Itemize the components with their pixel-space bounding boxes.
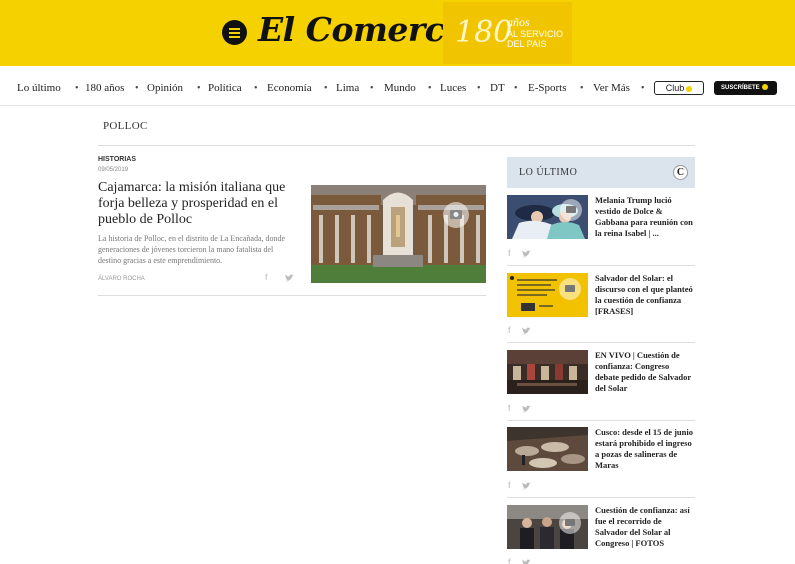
sidebar-item-image[interactable] <box>507 505 588 549</box>
site-header: El Comercio 180 años AL SERVICIO DEL PAI… <box>0 0 795 66</box>
sidebar-item-title[interactable]: Melania Trump lució vestido de Dolce & G… <box>595 195 695 239</box>
facebook-icon[interactable]: f <box>508 557 511 564</box>
anniversary-anos: años <box>507 15 530 29</box>
sidebar-photo <box>507 273 588 317</box>
nav-item-lo-ultimo[interactable]: Lo último <box>17 82 61 94</box>
nav-separator: • <box>75 83 79 94</box>
nav-separator: • <box>641 83 645 94</box>
nav-item-mundo[interactable]: Mundo <box>384 82 416 94</box>
anniversary-number: 180 <box>455 15 513 50</box>
sidebar-item-title[interactable]: EN VIVO | Cuestión de confianza: Congres… <box>595 350 695 394</box>
divider <box>507 420 695 421</box>
facebook-icon[interactable]: f <box>265 272 268 282</box>
facebook-icon[interactable]: f <box>508 248 511 258</box>
sidebar-item-title[interactable]: Cuestión de confianza: así fue el recorr… <box>595 505 695 549</box>
twitter-icon[interactable] <box>522 559 531 564</box>
article-section[interactable]: HISTORIAS <box>98 156 136 163</box>
facebook-icon[interactable]: f <box>508 480 511 490</box>
anniversary-line-2: DEL PAIS <box>507 39 547 49</box>
nav-separator: • <box>477 83 481 94</box>
facebook-icon[interactable]: f <box>508 325 511 335</box>
divider <box>507 497 695 498</box>
nav-item-e-sports[interactable]: E-Sports <box>528 82 567 94</box>
nav-item-180-anos[interactable]: 180 años <box>85 82 124 94</box>
subscribe-button[interactable]: SUSCRÍBETE <box>714 81 777 95</box>
nav-item-ver-mas[interactable]: Ver Más <box>593 82 630 94</box>
sidebar-header: LO ÚLTIMO C <box>507 157 695 188</box>
nav-item-politica[interactable]: Política <box>208 82 242 94</box>
nav-separator: • <box>197 83 201 94</box>
nav-separator: • <box>324 83 328 94</box>
club-label: Club <box>665 83 685 93</box>
nav-separator: • <box>580 83 584 94</box>
facebook-icon[interactable]: f <box>508 403 511 413</box>
nav-item-lima[interactable]: Lima <box>336 82 359 94</box>
page-title: POLLOC <box>103 120 148 132</box>
anniversary-line-1: AL SERVICIO <box>507 29 564 39</box>
subscribe-coin-icon <box>761 84 768 91</box>
twitter-icon[interactable] <box>522 482 531 490</box>
article-date: 09/05/2019 <box>98 167 129 173</box>
divider <box>98 145 695 146</box>
article-photo <box>311 185 486 283</box>
sidebar-item-image[interactable] <box>507 350 588 394</box>
club-button[interactable]: Club <box>654 81 704 95</box>
sidebar-photo <box>507 350 588 394</box>
subscribe-label: SUSCRÍBETE <box>721 85 760 91</box>
nav-separator: • <box>514 83 518 94</box>
nav-separator: • <box>370 83 374 94</box>
nav-separator: • <box>428 83 432 94</box>
article-summary: La historia de Polloc, en el distrito de… <box>98 234 286 265</box>
nav-item-opinion[interactable]: Opinión <box>147 82 183 94</box>
twitter-icon[interactable] <box>285 274 294 282</box>
nav-separator: • <box>254 83 258 94</box>
nav-item-dt[interactable]: DT <box>490 82 505 94</box>
nav-item-luces[interactable]: Luces <box>440 82 466 94</box>
sidebar-photo <box>507 195 588 239</box>
sidebar-item-image[interactable] <box>507 427 588 471</box>
article-headline[interactable]: Cajamarca: la misión italiana que forja … <box>98 180 298 228</box>
sidebar-photo <box>507 505 588 549</box>
sidebar-item-title[interactable]: Salvador del Solar: el discurso con el q… <box>595 273 695 317</box>
twitter-icon[interactable] <box>522 250 531 258</box>
divider <box>98 295 486 296</box>
divider <box>507 265 695 266</box>
anniversary-badge[interactable]: 180 años AL SERVICIO DEL PAIS <box>443 2 572 64</box>
menu-icon[interactable] <box>222 20 247 45</box>
divider <box>507 342 695 343</box>
sidebar-item-image[interactable] <box>507 273 588 317</box>
twitter-icon[interactable] <box>522 405 531 413</box>
club-coin-icon <box>686 85 693 92</box>
twitter-icon[interactable] <box>522 327 531 335</box>
sidebar-item-title[interactable]: Cusco: desde el 15 de junio estará prohi… <box>595 427 695 471</box>
sidebar-heading: LO ÚLTIMO <box>519 167 578 178</box>
article-image[interactable] <box>311 185 486 283</box>
sidebar-item-image[interactable] <box>507 195 588 239</box>
article-author[interactable]: ÁLVARO ROCHA <box>98 276 145 282</box>
brand-badge-icon: C <box>673 165 688 180</box>
nav-separator: • <box>135 83 139 94</box>
sidebar-photo <box>507 427 588 471</box>
nav-item-economia[interactable]: Economía <box>267 82 312 94</box>
